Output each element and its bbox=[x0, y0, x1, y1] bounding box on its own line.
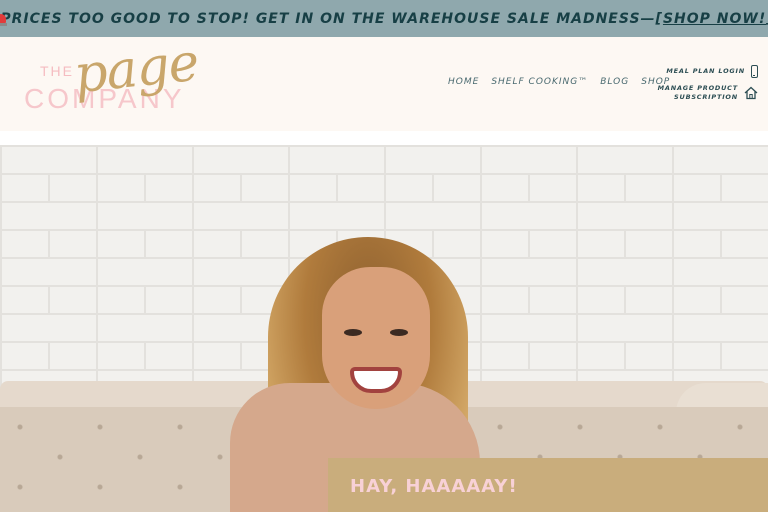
shop-now-link[interactable]: SHOP NOW! bbox=[663, 11, 766, 27]
phone-icon bbox=[751, 65, 758, 78]
promo-link-open: [ bbox=[655, 10, 663, 27]
main-nav: HOME SHELF COOKING™ BLOG SHOP bbox=[448, 77, 670, 87]
meal-plan-login-label: MEAL PLAN LOGIN bbox=[666, 67, 745, 75]
meal-plan-login-link[interactable]: MEAL PLAN LOGIN bbox=[648, 65, 758, 78]
hero-section bbox=[0, 145, 768, 512]
logo-the: THE bbox=[40, 63, 74, 79]
left-eye bbox=[344, 329, 362, 336]
promo-banner: PRICES TOO GOOD TO STOP! GET IN ON THE W… bbox=[0, 0, 768, 37]
callout-heading: HAY, HAAAAAY! bbox=[350, 476, 518, 497]
header-divider bbox=[0, 131, 768, 145]
face bbox=[322, 267, 430, 409]
promo-message: PRICES TOO GOOD TO STOP! GET IN ON THE W… bbox=[0, 10, 656, 27]
site-header: THE COMPANY page HOME SHELF COOKING™ BLO… bbox=[0, 33, 768, 131]
hero-callout: HAY, HAAAAAY! bbox=[328, 458, 768, 512]
manage-line-2: SUBSCRIPTION bbox=[674, 93, 738, 101]
nav-shelf-cooking[interactable]: SHELF COOKING™ bbox=[491, 77, 588, 87]
logo[interactable]: THE COMPANY page bbox=[22, 33, 201, 125]
right-eye bbox=[390, 329, 408, 336]
nav-blog[interactable]: BLOG bbox=[600, 77, 629, 87]
manage-line-1: MANAGE PRODUCT bbox=[657, 84, 738, 92]
promo-text: PRICES TOO GOOD TO STOP! GET IN ON THE W… bbox=[0, 11, 768, 27]
manage-subscription-label: MANAGE PRODUCT SUBSCRIPTION bbox=[658, 84, 738, 102]
manage-subscription-link[interactable]: MANAGE PRODUCT SUBSCRIPTION bbox=[648, 84, 758, 102]
account-links: MEAL PLAN LOGIN MANAGE PRODUCT SUBSCRIPT… bbox=[648, 65, 758, 108]
smile bbox=[350, 367, 402, 393]
nav-home[interactable]: HOME bbox=[448, 77, 479, 87]
home-icon bbox=[744, 86, 758, 100]
